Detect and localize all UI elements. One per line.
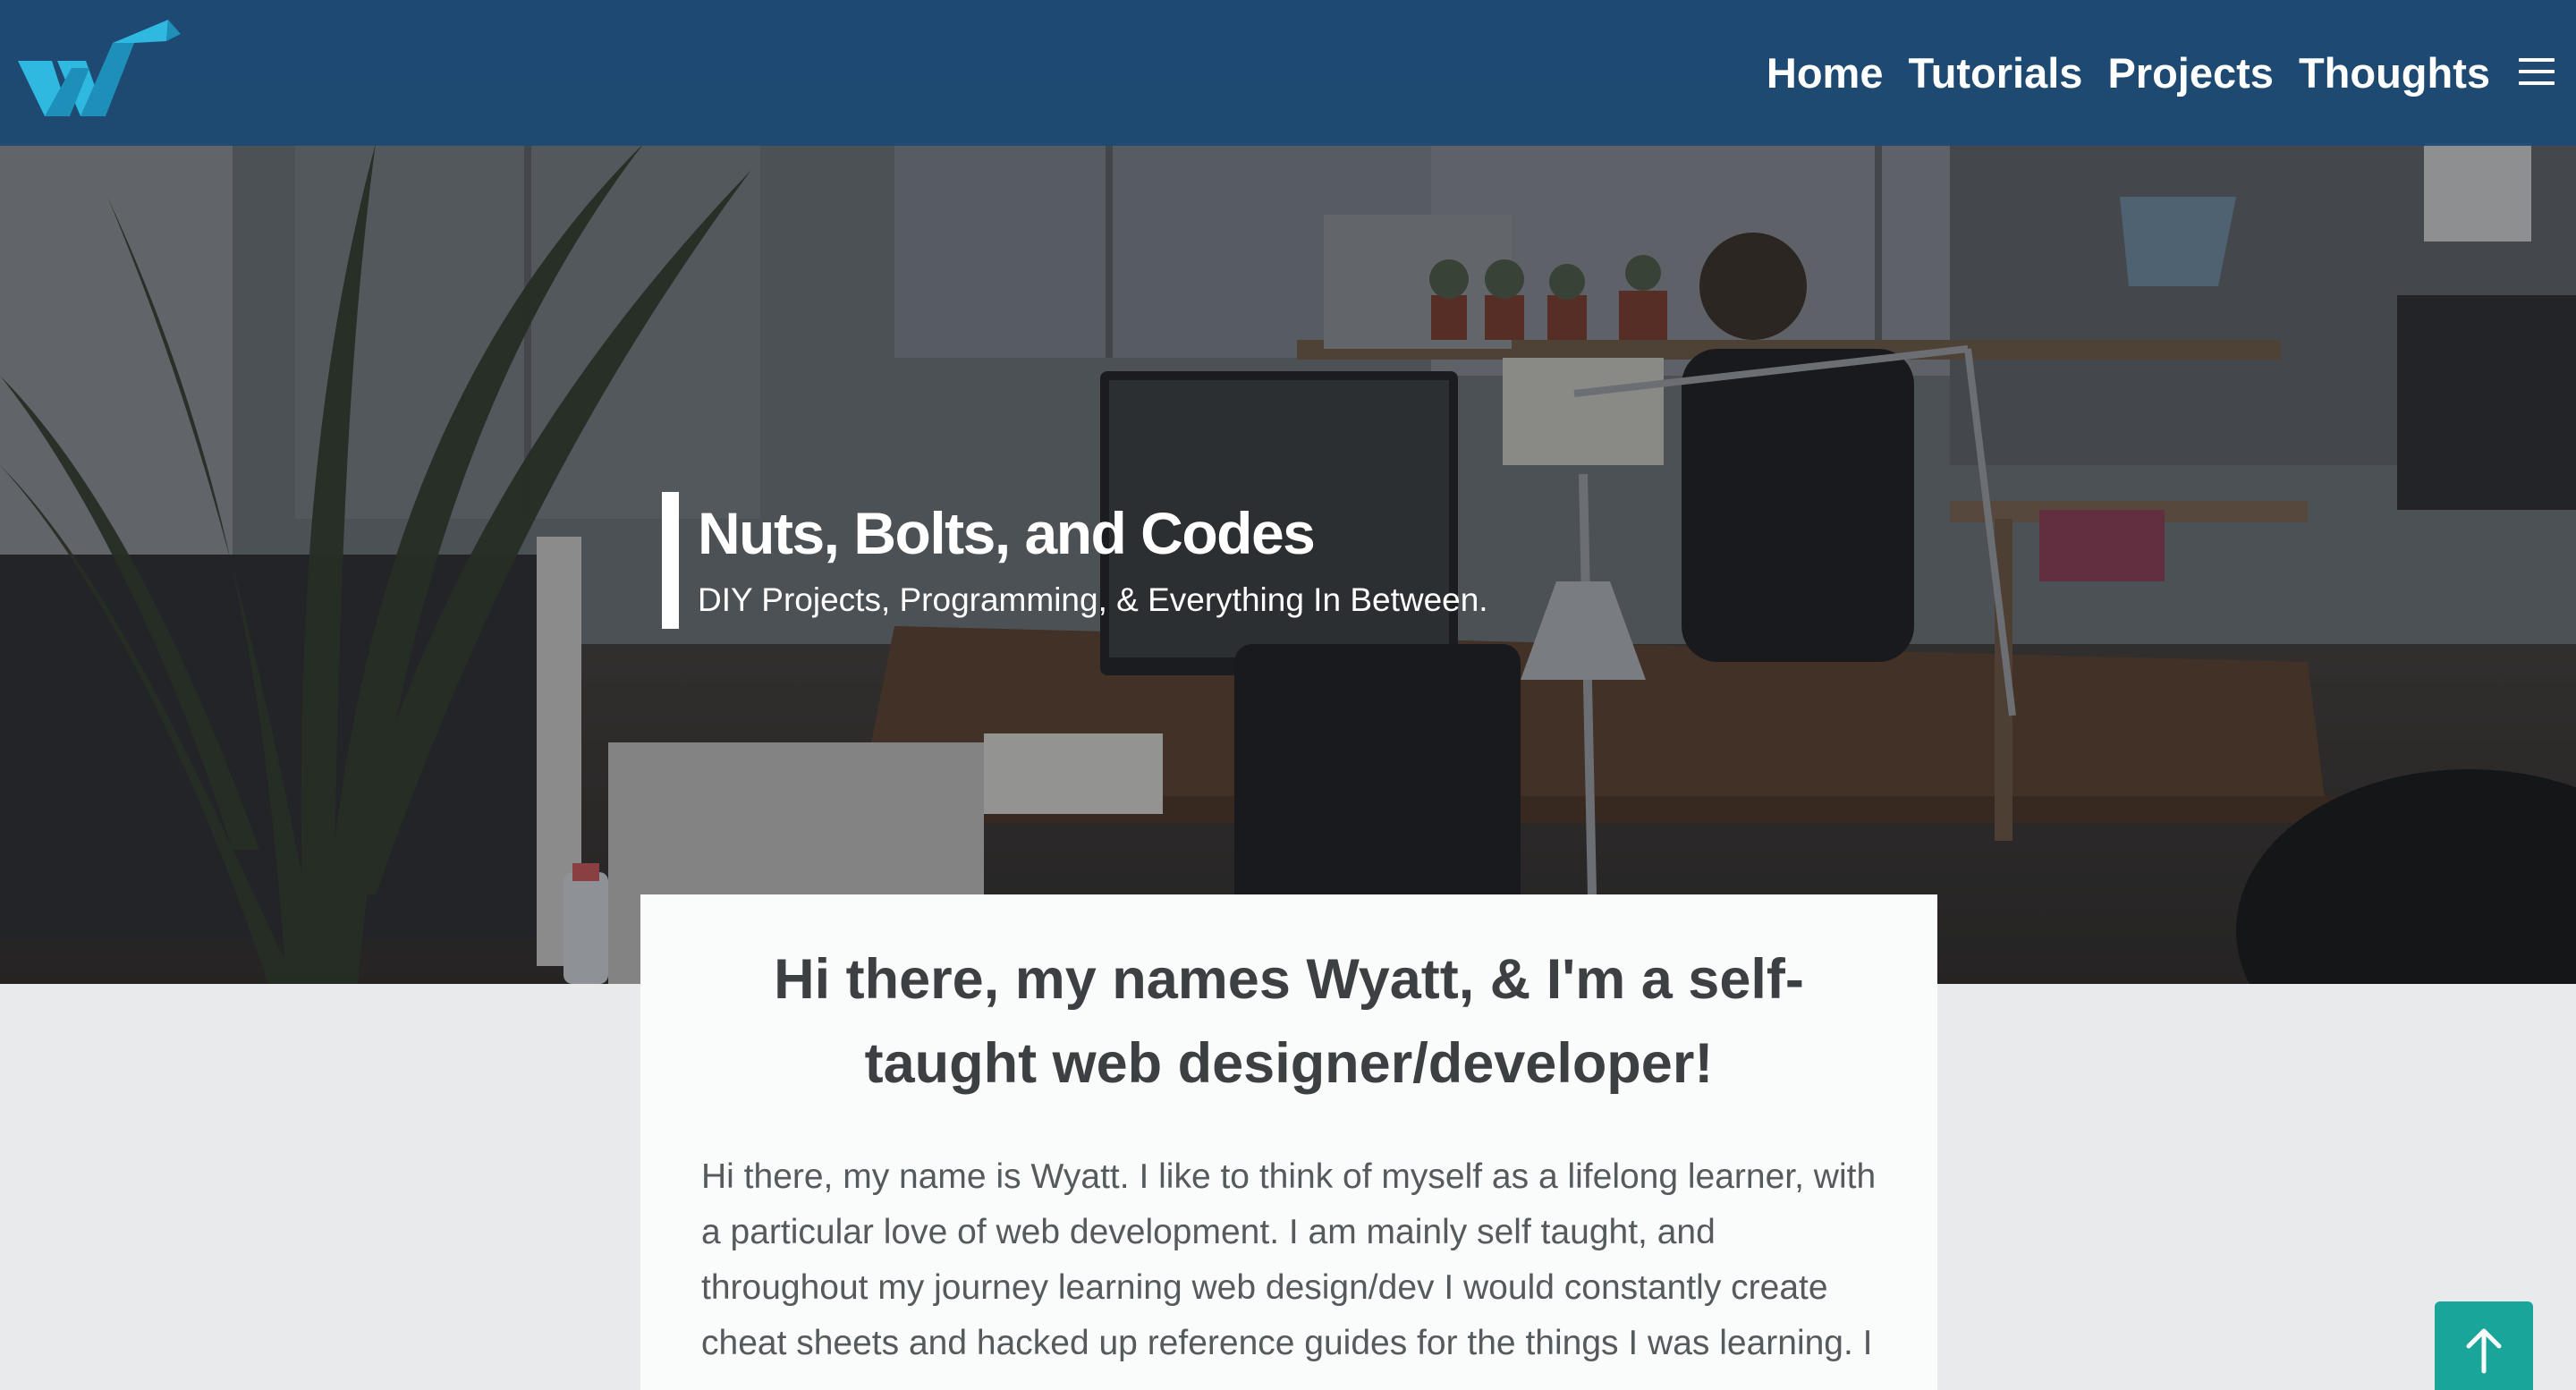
menu-line <box>2519 81 2555 85</box>
nav-link-projects[interactable]: Projects <box>2107 48 2273 97</box>
top-navbar: Home Tutorials Projects Thoughts <box>0 0 2576 146</box>
menu-line <box>2519 70 2555 73</box>
hero-accent-bar <box>662 492 679 629</box>
menu-line <box>2519 58 2555 62</box>
main-nav: Home Tutorials Projects Thoughts <box>1767 0 2490 146</box>
intro-body: Hi there, my name is Wyatt. I like to th… <box>701 1157 1877 1362</box>
intro-card: Hi there, my names Wyatt, & I'm a self-t… <box>640 894 1937 1390</box>
hero-overlay <box>0 0 2576 984</box>
nav-link-thoughts[interactable]: Thoughts <box>2299 48 2490 97</box>
hero-banner: Nuts, Bolts, and Codes DIY Projects, Pro… <box>0 0 2576 984</box>
w-logo-icon[interactable] <box>16 18 182 120</box>
hamburger-menu-icon[interactable] <box>2519 58 2556 89</box>
nav-link-home[interactable]: Home <box>1767 48 1884 97</box>
intro-heading: Hi there, my names Wyatt, & I'm a self-t… <box>774 948 1804 1095</box>
hero-title: Nuts, Bolts, and Codes <box>698 500 1316 566</box>
arrow-up-icon <box>2466 1328 2502 1374</box>
back-to-top-button[interactable] <box>2435 1301 2533 1390</box>
hero-subtitle: DIY Projects, Programming, & Everything … <box>698 581 1488 618</box>
page: Nuts, Bolts, and Codes DIY Projects, Pro… <box>0 0 2576 1390</box>
nav-link-tutorials[interactable]: Tutorials <box>1908 48 2082 97</box>
